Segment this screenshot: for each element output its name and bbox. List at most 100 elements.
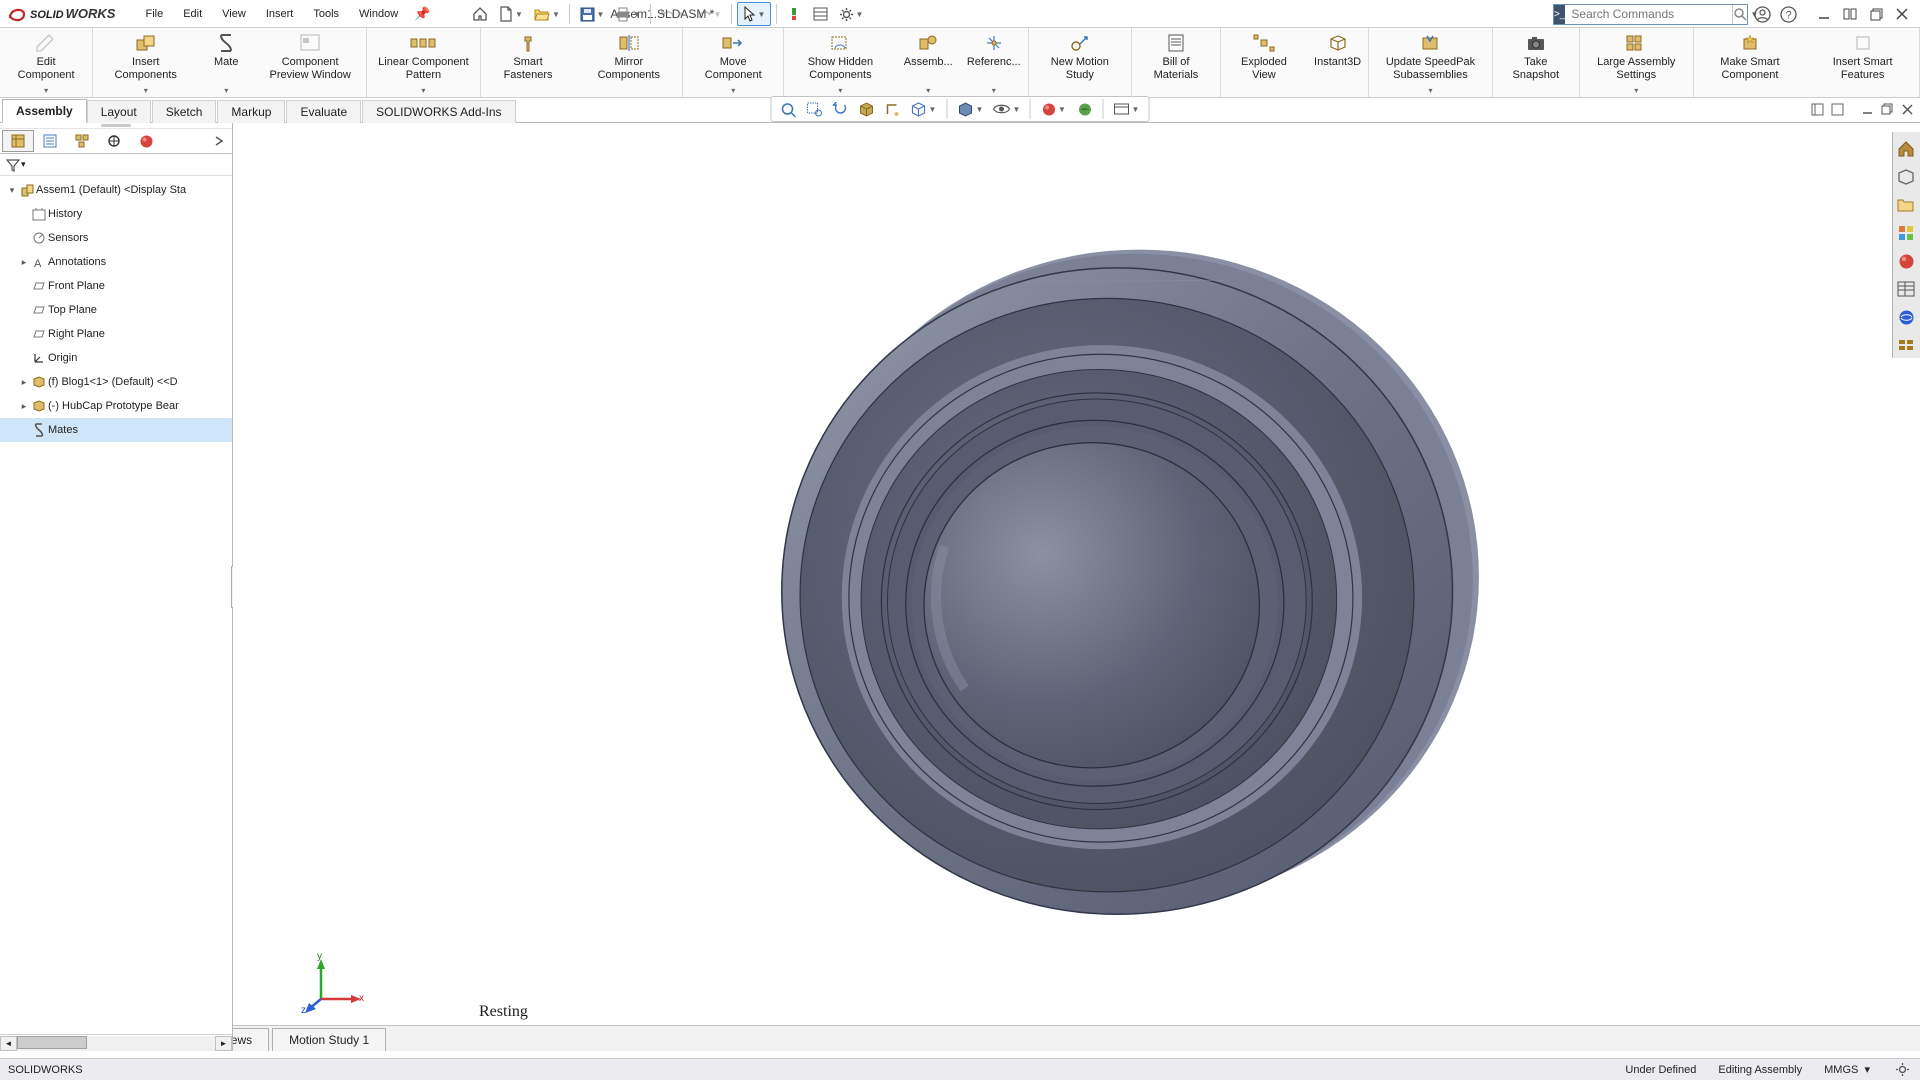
section-view-icon[interactable] — [856, 99, 878, 119]
tree-item[interactable]: History — [0, 202, 232, 226]
tree-item[interactable]: Origin — [0, 346, 232, 370]
dynamic-annotation-icon[interactable] — [882, 99, 904, 119]
linear-pattern-button[interactable]: Linear Component Pattern▾ — [367, 28, 480, 97]
exploded-view-button[interactable]: Exploded View — [1221, 28, 1307, 97]
show-hidden-button[interactable]: Show Hidden Components▾ — [784, 28, 896, 97]
select-cursor-button[interactable]: ▼ — [737, 2, 771, 26]
menu-window[interactable]: Window — [351, 5, 406, 23]
menu-view[interactable]: View — [214, 5, 254, 23]
display-manager-tab[interactable] — [130, 130, 162, 152]
assembly-features-button[interactable]: Assemb...▾ — [897, 28, 960, 97]
doc-close-button[interactable] — [1898, 100, 1916, 118]
motion-study-button[interactable]: New Motion Study — [1029, 28, 1131, 97]
taskpane-file-explorer-icon[interactable] — [1893, 192, 1919, 218]
settings-gear-button[interactable]: ▼ — [834, 2, 868, 26]
instant3d-button[interactable]: Instant3D — [1307, 28, 1368, 97]
taskpane-appearances-icon[interactable] — [1893, 248, 1919, 274]
scroll-left-button[interactable]: ◄ — [0, 1036, 17, 1051]
menu-tools[interactable]: Tools — [305, 5, 347, 23]
status-units[interactable]: MMGS ▾ — [1824, 1063, 1870, 1076]
taskpane-home-icon[interactable] — [1893, 136, 1919, 162]
insert-smart-features-button[interactable]: Insert Smart Features — [1806, 28, 1919, 97]
large-assembly-button[interactable]: Large Assembly Settings▾ — [1580, 28, 1693, 97]
insert-components-button[interactable]: Insert Components▾ — [93, 28, 198, 97]
component-preview-button[interactable]: Component Preview Window — [254, 28, 366, 97]
view-settings-icon[interactable]: ▼ — [1111, 99, 1143, 119]
dimxpert-manager-tab[interactable] — [98, 130, 130, 152]
taskpane-custom-properties-icon[interactable] — [1893, 276, 1919, 302]
taskpane-more-icon[interactable] — [1893, 332, 1919, 358]
view-orientation-icon[interactable]: ▼ — [908, 99, 940, 119]
user-account-icon[interactable] — [1750, 2, 1774, 26]
scroll-thumb[interactable] — [17, 1036, 87, 1049]
snapshot-button[interactable]: Take Snapshot — [1493, 28, 1579, 97]
speedpak-button[interactable]: Update SpeedPak Subassemblies▾ — [1369, 28, 1491, 97]
search-input[interactable] — [1565, 7, 1732, 21]
view-triad[interactable]: y x z — [303, 951, 363, 1011]
close-button[interactable] — [1890, 2, 1914, 26]
collapse-feature-tree-icon[interactable] — [1828, 100, 1846, 118]
tree-item[interactable]: Right Plane — [0, 322, 232, 346]
tree-root[interactable]: ▾Assem1 (Default) <Display Sta — [0, 178, 232, 202]
new-document-button[interactable]: ▼ — [494, 2, 528, 26]
bom-button[interactable]: Bill of Materials — [1132, 28, 1220, 97]
help-icon[interactable]: ? — [1776, 2, 1800, 26]
tab-evaluate[interactable]: Evaluate — [286, 100, 361, 123]
feature-tree[interactable]: ▾Assem1 (Default) <Display Sta History S… — [0, 176, 232, 1034]
tree-item[interactable]: Sensors — [0, 226, 232, 250]
hide-show-icon[interactable]: ▼ — [991, 99, 1023, 119]
save-button[interactable]: ▼ — [575, 2, 609, 26]
make-smart-component-button[interactable]: Make Smart Component — [1694, 28, 1807, 97]
print-button[interactable]: ▼ — [611, 2, 645, 26]
doc-restore-button[interactable] — [1878, 100, 1896, 118]
tree-item[interactable]: ▸AAnnotations — [0, 250, 232, 274]
tree-item[interactable]: Top Plane — [0, 298, 232, 322]
zoom-area-icon[interactable] — [804, 99, 826, 119]
reference-geometry-button[interactable]: Referenc...▾ — [960, 28, 1028, 97]
mate-button[interactable]: Mate▾ — [198, 28, 254, 97]
smart-fasteners-button[interactable]: Smart Fasteners — [481, 28, 576, 97]
property-manager-tab[interactable] — [34, 130, 66, 152]
scroll-track[interactable] — [17, 1036, 215, 1051]
move-component-button[interactable]: Move Component▾ — [683, 28, 783, 97]
configuration-manager-tab[interactable] — [66, 130, 98, 152]
pin-icon[interactable]: 📌 — [414, 6, 430, 22]
menu-edit[interactable]: Edit — [175, 5, 210, 23]
zoom-fit-icon[interactable] — [778, 99, 800, 119]
tree-hscrollbar[interactable]: ◄ ► — [0, 1034, 232, 1051]
expand-feature-tree-icon[interactable] — [1808, 100, 1826, 118]
undo-button[interactable]: ▼ — [656, 2, 690, 26]
tab-assembly[interactable]: Assembly — [2, 99, 87, 123]
open-document-button[interactable]: ▼ — [530, 2, 564, 26]
taskpane-forum-icon[interactable] — [1893, 304, 1919, 330]
menu-file[interactable]: File — [137, 5, 171, 23]
tile-button[interactable] — [1838, 2, 1862, 26]
edit-component-button[interactable]: Edit Component▾ — [0, 28, 92, 97]
redo-button[interactable]: ▼ — [692, 2, 726, 26]
tab-markup[interactable]: Markup — [217, 100, 285, 123]
scene-icon[interactable] — [1074, 99, 1096, 119]
taskpane-design-library-icon[interactable] — [1893, 164, 1919, 190]
options-list-button[interactable] — [808, 2, 832, 26]
manager-overflow-button[interactable] — [208, 130, 230, 152]
tab-addins[interactable]: SOLIDWORKS Add-Ins — [362, 100, 515, 123]
menu-insert[interactable]: Insert — [258, 5, 302, 23]
appearance-icon[interactable]: ▼ — [1038, 99, 1070, 119]
minimize-button[interactable] — [1812, 2, 1836, 26]
feature-manager-tab[interactable] — [2, 130, 34, 152]
display-style-icon[interactable]: ▼ — [955, 99, 987, 119]
rebuild-button[interactable] — [782, 2, 806, 26]
command-search[interactable]: >_ ▼ — [1553, 4, 1748, 25]
tree-item[interactable]: Front Plane — [0, 274, 232, 298]
bottom-tab-3dviews[interactable]: 3D Views — [233, 1028, 269, 1051]
graphics-viewport[interactable]: y x z Resting ⏮ ◄ ► ⏭ Model 3D Views Mot… — [233, 123, 1920, 1051]
taskpane-view-palette-icon[interactable] — [1893, 220, 1919, 246]
tree-item[interactable]: ▸(-) HubCap Prototype Bear — [0, 394, 232, 418]
tab-layout[interactable]: Layout — [87, 100, 151, 123]
status-settings-icon[interactable] — [1892, 1058, 1912, 1082]
mirror-components-button[interactable]: Mirror Components — [575, 28, 682, 97]
tree-filter[interactable]: ▾ — [0, 154, 232, 176]
restore-button[interactable] — [1864, 2, 1888, 26]
tree-item-mates[interactable]: Mates — [0, 418, 232, 442]
tree-item[interactable]: ▸(f) Blog1<1> (Default) <<D — [0, 370, 232, 394]
